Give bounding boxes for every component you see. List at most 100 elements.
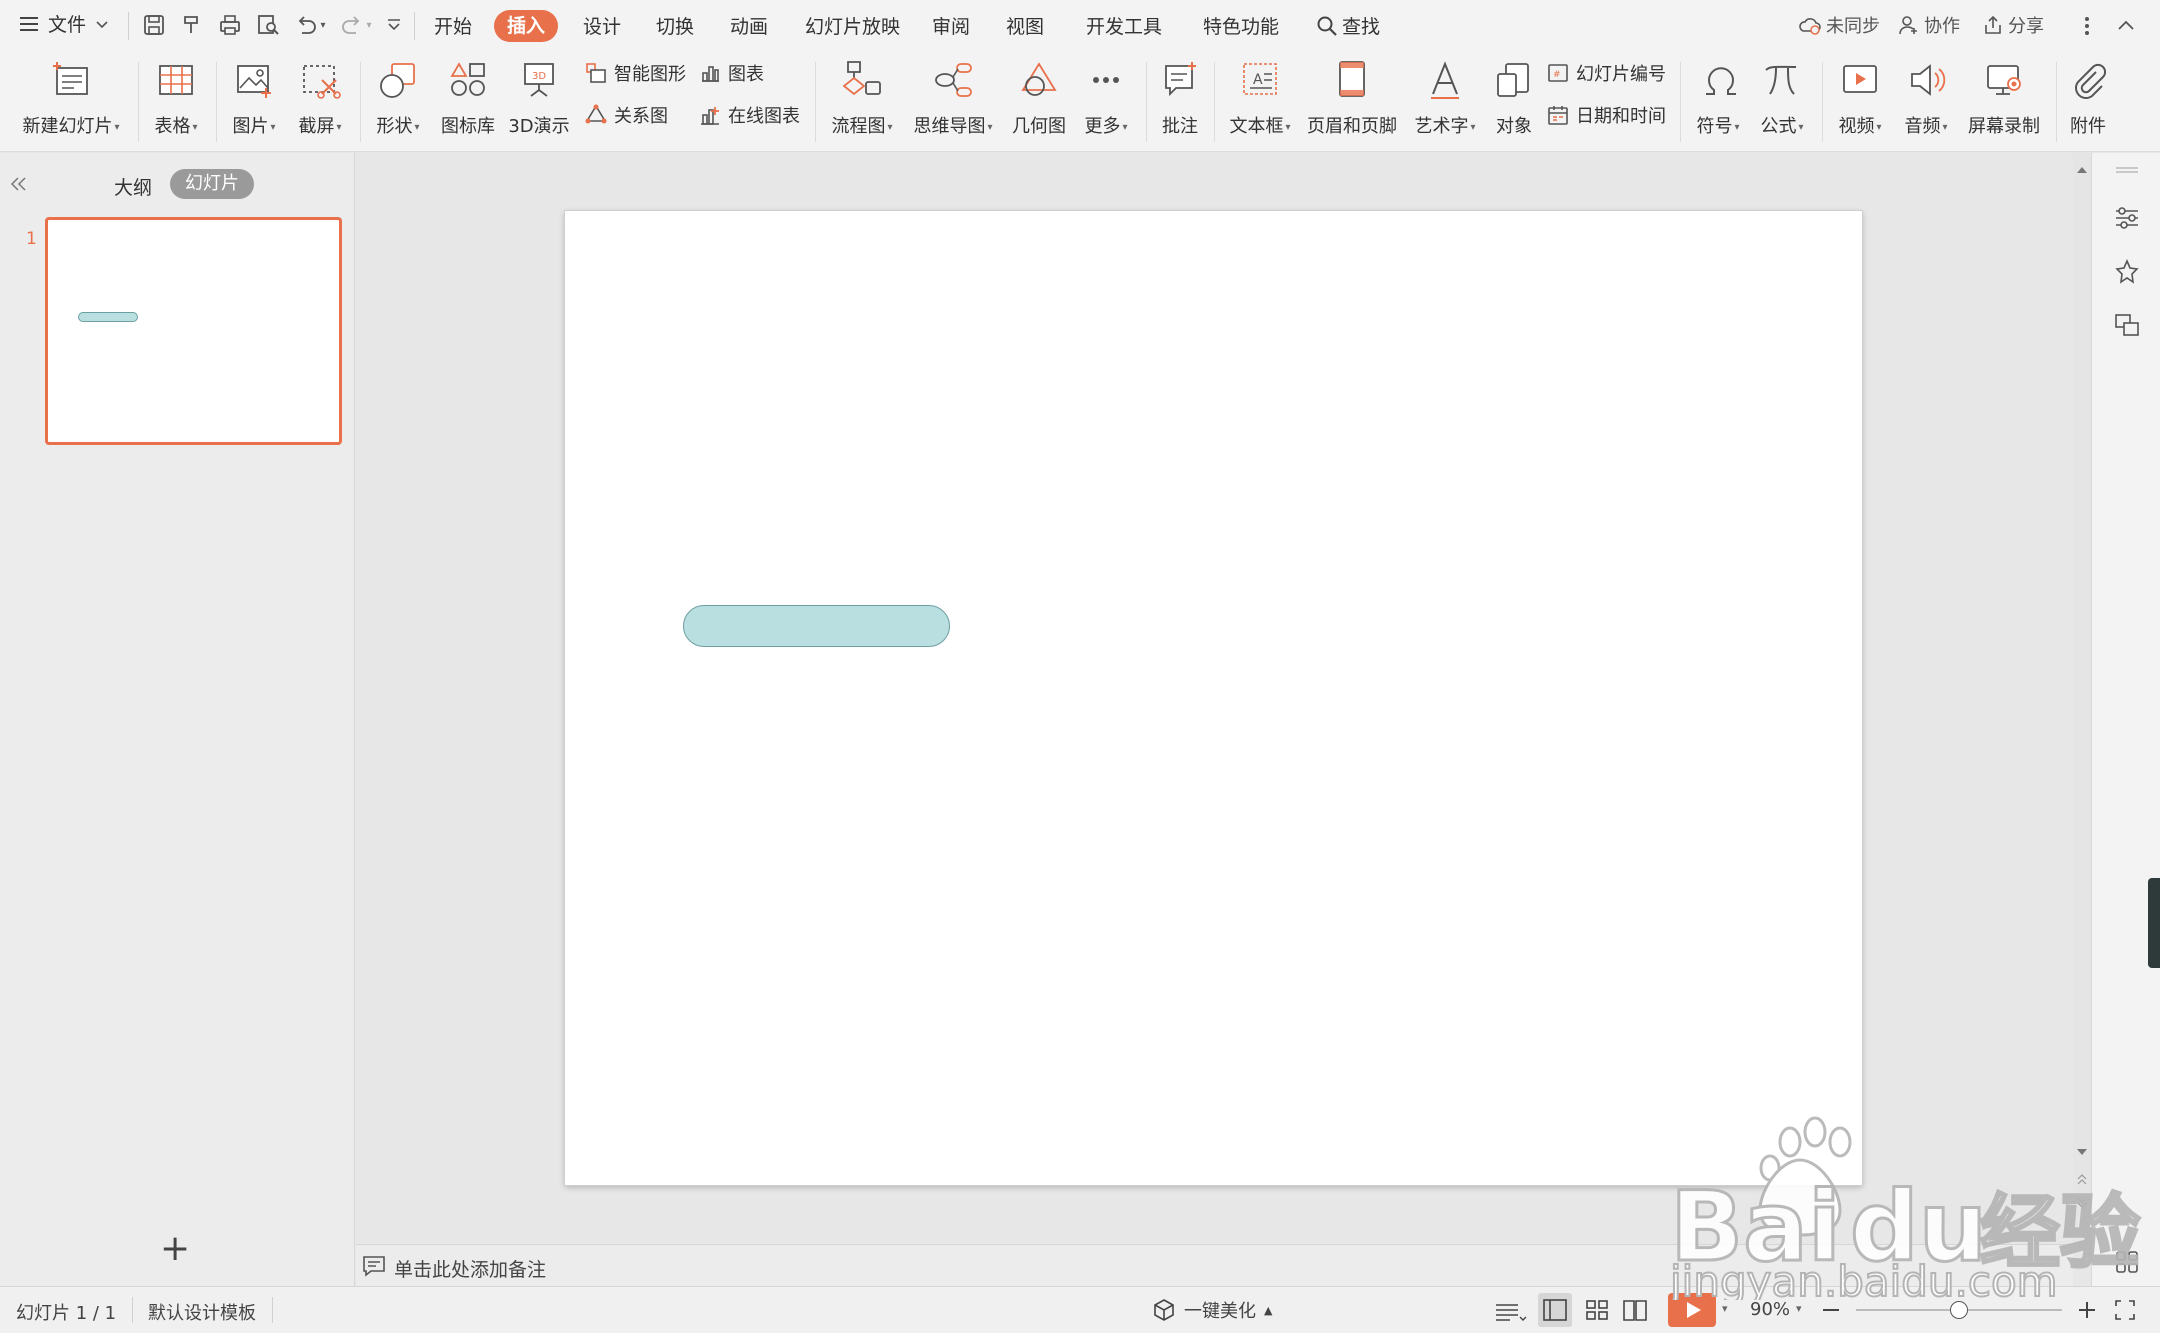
symbol-label: 符号 <box>1696 116 1733 137</box>
template-name[interactable]: 默认设计模板 <box>148 1299 256 1325</box>
tab-home[interactable]: 开始 <box>434 12 472 39</box>
header-footer-button[interactable]: 页眉和页脚 <box>1304 58 1400 138</box>
screenshot-button[interactable]: 截屏 ▾ <box>292 58 348 138</box>
zoom-out-button[interactable] <box>1820 1299 1842 1321</box>
zoom-dropdown[interactable]: ▾ <box>1796 1302 1802 1315</box>
tab-slides[interactable]: 幻灯片 <box>170 169 254 199</box>
online-chart-label: 在线图表 <box>728 106 800 127</box>
format-painter-button[interactable] <box>178 12 206 40</box>
symbol-button[interactable]: 符号 ▾ <box>1690 58 1746 138</box>
zoom-slider-thumb[interactable] <box>1950 1301 1968 1319</box>
wordart-button[interactable]: 艺术字 ▾ <box>1410 58 1480 138</box>
reading-view-button[interactable] <box>1618 1293 1652 1327</box>
flowchart-button[interactable]: 流程图 ▾ <box>826 58 898 138</box>
tab-insert[interactable]: 插入 <box>494 10 558 42</box>
previous-slide-icon[interactable] <box>2077 1173 2087 1185</box>
tab-slideshow[interactable]: 幻灯片放映 <box>805 12 900 39</box>
zoom-in-button[interactable] <box>2076 1299 2098 1321</box>
mindmap-label: 思维导图 <box>913 116 986 137</box>
smart-art-button[interactable]: 智能图形 <box>584 58 686 88</box>
sync-status-button[interactable]: 未同步 <box>1798 12 1880 38</box>
fit-window-button[interactable] <box>2114 1299 2136 1321</box>
formula-button[interactable]: 公式 ▾ <box>1754 58 1810 138</box>
new-slide-button[interactable]: 新建幻灯片 ▾ <box>16 58 126 138</box>
add-slide-button[interactable]: + <box>160 1231 190 1267</box>
more-button[interactable]: 更多 ▾ <box>1078 58 1134 138</box>
properties-settings-icon[interactable] <box>2112 203 2142 233</box>
3d-presentation-icon: 3D <box>524 63 554 97</box>
beautify-button[interactable]: 一键美化 ▲ <box>1152 1297 1272 1323</box>
zoom-level[interactable]: 90% <box>1750 1299 1790 1320</box>
screen-record-button[interactable]: 屏幕录制 <box>1964 58 2044 138</box>
comment-button[interactable]: 批注 <box>1156 58 1204 138</box>
mindmap-button[interactable]: 思维导图 ▾ <box>910 58 996 138</box>
chart-button[interactable]: 图表 <box>698 58 764 88</box>
tab-view[interactable]: 视图 <box>1006 12 1044 39</box>
tab-developer[interactable]: 开发工具 <box>1086 12 1162 39</box>
more-vertical-icon <box>2085 17 2089 35</box>
undo-dropdown[interactable]: ▾ <box>316 12 330 40</box>
slide-thumbnail[interactable] <box>45 217 342 445</box>
more-options-button[interactable] <box>2080 12 2094 40</box>
customize-quick-access-button[interactable] <box>380 12 408 40</box>
online-chart-button[interactable]: 在线图表 <box>698 100 800 130</box>
side-panel-tab[interactable] <box>2148 878 2160 968</box>
slide-number-button[interactable]: # 幻灯片编号 <box>1546 58 1666 88</box>
print-button[interactable] <box>216 12 244 40</box>
object-label: 对象 <box>1496 116 1532 137</box>
table-label: 表格 <box>154 116 191 137</box>
divider <box>1214 62 1215 142</box>
print-preview-icon <box>258 15 279 35</box>
tab-design[interactable]: 设计 <box>583 12 621 39</box>
rounded-rectangle-shape[interactable] <box>683 605 950 647</box>
textbox-button[interactable]: A 文本框 ▾ <box>1224 58 1296 138</box>
relation-graph-button[interactable]: 关系图 <box>584 100 668 130</box>
table-button[interactable]: 表格 ▾ <box>148 58 204 138</box>
double-chevron-left-icon <box>10 177 26 191</box>
right-sidebar <box>2091 153 2160 1286</box>
geometry-button[interactable]: 几何图 <box>1006 58 1072 138</box>
slide-number-icon: # <box>1548 64 1568 82</box>
tab-animation[interactable]: 动画 <box>730 12 768 39</box>
vertical-scrollbar[interactable] <box>2073 153 2091 1243</box>
icon-library-button[interactable]: 图标库 <box>436 58 500 138</box>
wordart-icon <box>1431 61 1459 99</box>
notes-toggle-button[interactable] <box>1494 1297 1528 1325</box>
shape-button[interactable]: 形状 ▾ <box>370 58 426 138</box>
object-button[interactable]: 对象 <box>1490 58 1538 138</box>
date-time-button[interactable]: 日期和时间 <box>1546 100 1666 130</box>
tab-outline[interactable]: 大纲 <box>114 173 152 200</box>
audio-button[interactable]: 音频 ▾ <box>1898 58 1954 138</box>
next-slide-icon[interactable] <box>2077 1197 2087 1209</box>
grid-apps-icon[interactable] <box>2112 1247 2142 1277</box>
normal-view-button[interactable] <box>1538 1293 1572 1327</box>
zoom-slider[interactable] <box>1856 1301 2062 1319</box>
collapse-ribbon-button[interactable] <box>2114 14 2138 38</box>
3d-demo-button[interactable]: 3D 3D演示 <box>506 58 572 138</box>
divider <box>272 1297 273 1323</box>
slideshow-dropdown[interactable]: ▾ <box>1722 1302 1728 1315</box>
save-button[interactable] <box>140 12 168 40</box>
tab-special-features[interactable]: 特色功能 <box>1203 12 1279 39</box>
picture-button[interactable]: 图片 ▾ <box>226 58 282 138</box>
file-menu[interactable]: 文件 <box>18 10 110 37</box>
attachment-button[interactable]: 附件 <box>2064 58 2112 138</box>
collapse-panel-button[interactable] <box>8 173 30 195</box>
video-button[interactable]: 视频 ▾ <box>1832 58 1888 138</box>
slide-transition-icon[interactable] <box>2112 311 2142 341</box>
search-box[interactable]: 查找 <box>1316 12 1380 39</box>
share-button[interactable]: 分享 <box>1982 12 2044 38</box>
redo-dropdown[interactable]: ▾ <box>362 12 376 40</box>
slide-sorter-button[interactable] <box>1580 1293 1614 1327</box>
notes-bar[interactable]: 单击此处添加备注 <box>356 1244 2073 1286</box>
new-slide-label: 新建幻灯片 <box>22 116 113 137</box>
play-slideshow-button[interactable] <box>1668 1293 1716 1327</box>
tab-transition[interactable]: 切换 <box>656 12 694 39</box>
tab-review[interactable]: 审阅 <box>932 12 970 39</box>
star-animation-icon[interactable] <box>2112 257 2142 287</box>
slide-canvas[interactable] <box>565 211 1862 1185</box>
online-chart-icon <box>701 107 719 125</box>
slide-number-label: 幻灯片编号 <box>1576 64 1666 85</box>
collaborate-button[interactable]: 协作 <box>1898 12 1960 38</box>
print-preview-button[interactable] <box>254 12 282 40</box>
